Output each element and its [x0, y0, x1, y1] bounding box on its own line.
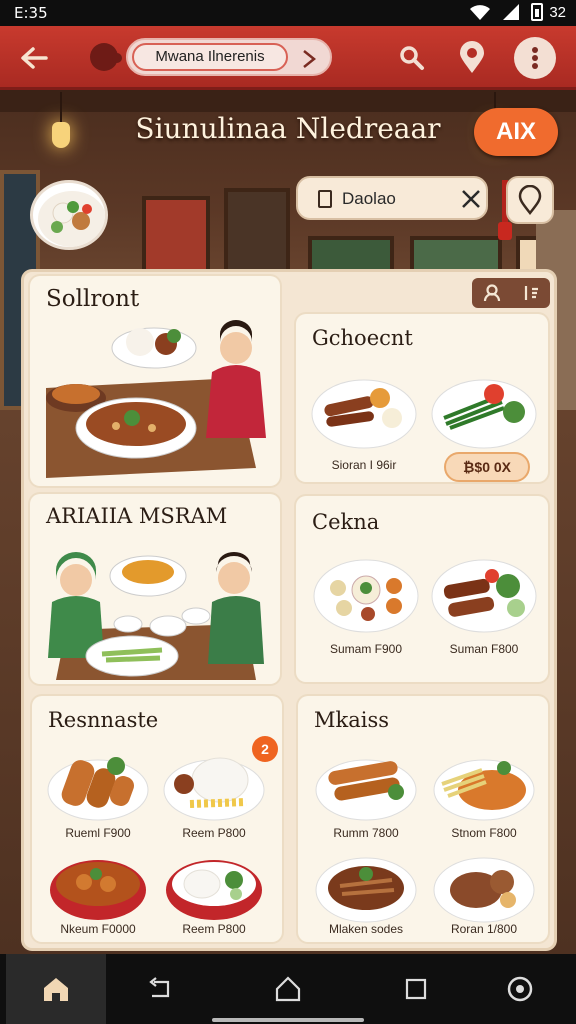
dish-price-label: Sumam F900	[329, 642, 403, 656]
dish-price-label: Roran 1/800	[450, 922, 518, 936]
dish-illustration	[50, 860, 146, 920]
location-button[interactable]	[452, 38, 492, 78]
nav-recents-button[interactable]	[366, 954, 466, 1024]
signal-icon	[503, 4, 520, 20]
menu-card[interactable]: Cekna Sumam F900 Suman F800	[296, 496, 548, 682]
dish-illustration	[38, 191, 105, 247]
dish-illustration	[313, 559, 419, 633]
dining-illustration	[46, 320, 266, 478]
category-pill-label: Mwana Ilnerenis	[132, 43, 288, 71]
battery: 32	[531, 3, 566, 21]
menu-card[interactable]: Mkaiss Rumm 7800 Stnom F800 Mlaken sodes…	[298, 696, 548, 942]
battery-icon	[531, 3, 544, 21]
location-pin-icon	[460, 41, 484, 73]
featured-dish-thumbnail[interactable]	[30, 180, 108, 250]
app-bar: Mwana Ilnerenis	[0, 26, 576, 90]
wifi-icon	[470, 5, 491, 20]
card-title: Mkaiss	[314, 708, 390, 732]
status-time: E:35	[14, 4, 48, 22]
menu-card[interactable]: Resnnaste 2 Rueml F900 Reem P800 Nkeum F…	[32, 696, 282, 942]
chevron-icon	[303, 50, 317, 68]
wall-art	[410, 236, 502, 276]
dish-illustration	[431, 379, 537, 449]
more-vert-icon	[532, 47, 538, 69]
dish-illustration	[166, 860, 262, 920]
document-icon	[318, 190, 332, 208]
status-bar: E:35 32	[0, 0, 576, 26]
dish-illustration	[433, 857, 535, 923]
menu-card[interactable]: Sollront	[30, 276, 280, 486]
more-button[interactable]	[514, 37, 556, 79]
card-title: Resnnaste	[48, 708, 159, 732]
dining-illustration	[48, 552, 264, 680]
ai-button[interactable]: AIX	[474, 108, 558, 156]
back-icon	[149, 977, 170, 998]
menu-card[interactable]: Gchoecnt Sioran I 96ir ₿$0 0X	[296, 314, 548, 482]
menu-card[interactable]: ARIAIIA MSRAM	[30, 494, 280, 684]
dish-illustration	[433, 759, 535, 821]
dish-price-label: Nkeum F0000	[60, 922, 136, 936]
person-icon[interactable]	[482, 283, 502, 303]
assistant-icon	[507, 976, 533, 1002]
search-chip-text: Daolao	[342, 189, 396, 208]
nav-assistant-button[interactable]	[470, 954, 570, 1024]
menu-panel: Sollront Gchoecnt Sioran I 96ir ₿$0 0X A…	[24, 272, 554, 948]
dish-price-label: Mlaken sodes	[328, 922, 404, 936]
nav-back-button[interactable]	[110, 954, 210, 1024]
dish-illustration	[315, 857, 417, 923]
home-indicator	[212, 1018, 364, 1022]
search-button[interactable]	[392, 38, 432, 78]
wall-art	[224, 188, 290, 276]
dish-illustration	[47, 757, 149, 821]
search-icon	[400, 46, 424, 70]
card-title: Sollront	[46, 286, 140, 312]
back-arrow-icon	[21, 47, 48, 69]
map-pin-button[interactable]	[506, 176, 554, 224]
dish-illustration	[315, 759, 417, 821]
card-title: ARIAIIA MSRAM	[46, 504, 228, 528]
category-pill[interactable]: Mwana Ilnerenis	[126, 38, 332, 76]
card-title: Cekna	[312, 510, 380, 534]
dish-price-label: Rumm 7800	[333, 826, 399, 840]
panel-toolbar	[472, 278, 550, 308]
battery-text: 32	[549, 3, 566, 21]
status-icons: 32	[469, 3, 566, 21]
search-chip[interactable]: Daolao	[296, 176, 488, 220]
card-title: Gchoecnt	[312, 326, 413, 350]
home-icon	[44, 978, 68, 1001]
dish-price-label: Reem P800	[182, 826, 246, 840]
dish-price-label: Stnom F800	[451, 826, 517, 840]
dish-price-label: Suman F800	[449, 642, 519, 656]
wall-art	[308, 236, 394, 276]
sort-icon[interactable]	[521, 283, 541, 303]
dish-illustration	[311, 379, 417, 449]
back-button[interactable]	[14, 38, 54, 78]
dish-price-label: Sioran I 96ir	[331, 458, 397, 472]
navigation-bar	[0, 954, 576, 1024]
dish-illustration	[163, 757, 265, 821]
price-button[interactable]: ₿$0 0X	[444, 452, 530, 482]
nav-home-circle-button[interactable]	[238, 954, 338, 1024]
recents-icon	[405, 978, 427, 1000]
dish-illustration	[431, 559, 537, 633]
wall-art	[142, 196, 210, 276]
map-pin-icon	[518, 185, 542, 215]
home-circle-icon	[275, 976, 301, 1002]
dish-price-label: Reem P800	[182, 922, 246, 936]
dish-price-label: Rueml F900	[65, 826, 131, 840]
app-logo-icon	[90, 43, 122, 71]
nav-home-button[interactable]	[6, 954, 106, 1024]
close-icon[interactable]	[458, 186, 484, 212]
